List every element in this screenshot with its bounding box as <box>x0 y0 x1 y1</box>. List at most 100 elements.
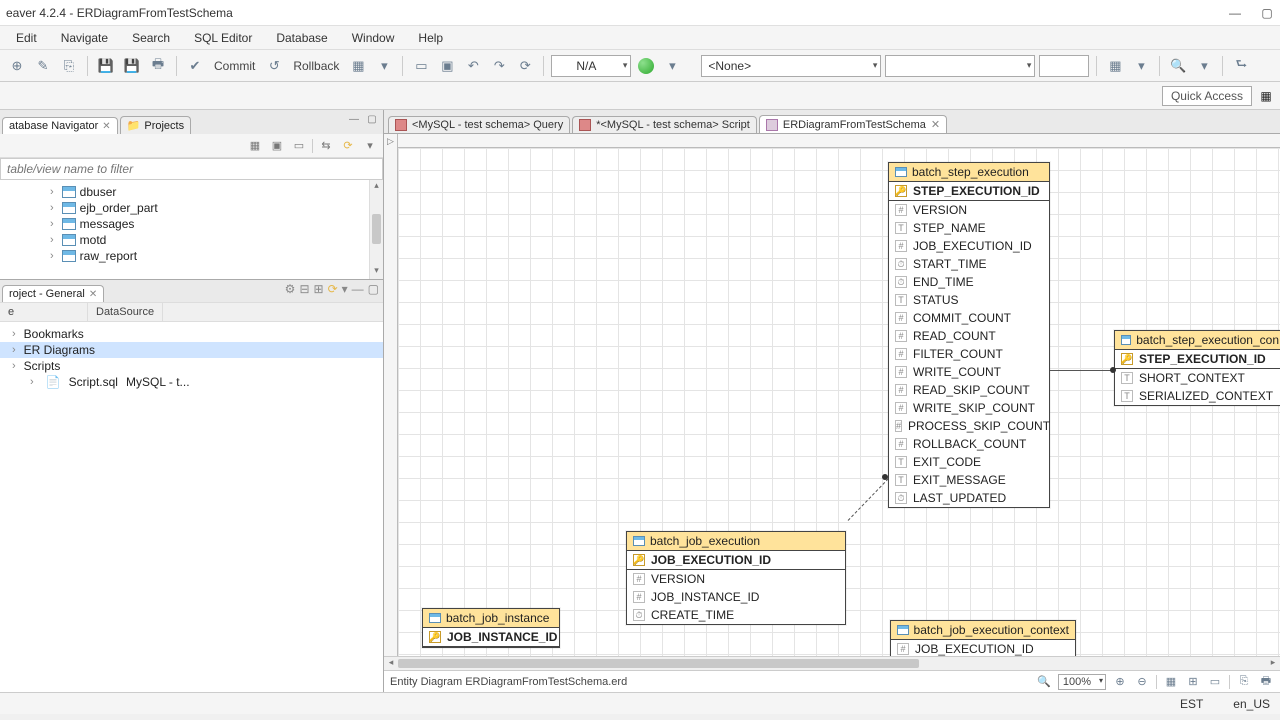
navigator-tree[interactable]: dbuser ejb_order_part messages motd raw_… <box>0 180 383 279</box>
connection-dropdown[interactable]: <None> <box>701 55 881 77</box>
table-icon <box>897 625 909 635</box>
nav-tool-icon[interactable]: ▦ <box>246 137 264 155</box>
table-icon <box>62 218 76 230</box>
link-icon[interactable]: ⮑ <box>1230 55 1252 77</box>
separator <box>87 56 88 76</box>
collapse-icon[interactable]: ⊟ <box>299 282 309 296</box>
zoom-dropdown[interactable]: 100% <box>1058 674 1106 690</box>
redo-icon[interactable]: ↷ <box>488 55 510 77</box>
entity-batch-job-instance[interactable]: batch_job_instance 🔑JOB_INSTANCE_ID <box>422 608 560 648</box>
zoom-icon[interactable]: 🔍 <box>1036 674 1052 690</box>
gear-icon[interactable]: ⚙ <box>285 282 296 296</box>
refresh-icon[interactable]: ⟳ <box>339 137 357 155</box>
filter-input[interactable] <box>0 158 383 180</box>
print-icon[interactable]: 🖶 <box>147 55 169 77</box>
close-icon[interactable]: ✕ <box>931 118 940 131</box>
tab-script[interactable]: *<MySQL - test schema> Script <box>572 116 757 133</box>
minimize-view-icon[interactable]: — <box>352 282 364 296</box>
grid-icon[interactable]: ⊞ <box>1185 674 1201 690</box>
search-dropdown-icon[interactable]: ▾ <box>1193 55 1215 77</box>
menu-navigate[interactable]: Navigate <box>51 29 118 47</box>
project-tree[interactable]: Bookmarks ER Diagrams Scripts 📄 Script.s… <box>0 322 383 692</box>
column-datasource[interactable]: DataSource <box>88 303 163 321</box>
commit-label[interactable]: Commit <box>210 57 259 75</box>
rollback-label[interactable]: Rollback <box>289 57 343 75</box>
separator <box>312 139 313 153</box>
erd-canvas-wrap: ▷ batch_step_execution 🔑STEP_EXECUTION_I… <box>384 134 1280 656</box>
menu-window[interactable]: Window <box>342 29 405 47</box>
connect-dropdown-icon[interactable]: ▾ <box>661 55 683 77</box>
save-icon[interactable]: 💾 <box>95 55 117 77</box>
minimize-icon[interactable]: — <box>1228 6 1242 20</box>
minimize-view-icon[interactable]: — <box>347 112 361 126</box>
maximize-view-icon[interactable]: ▢ <box>365 112 379 126</box>
nav-tool-icon[interactable]: ▭ <box>290 137 308 155</box>
perspective-icon[interactable]: ▦ <box>1258 88 1274 104</box>
refresh-icon[interactable]: ⟳ <box>514 55 536 77</box>
close-icon[interactable]: ✕ <box>102 121 110 132</box>
erd-canvas[interactable]: batch_step_execution 🔑STEP_EXECUTION_ID … <box>398 148 1280 656</box>
separator <box>1159 56 1160 76</box>
tx-dropdown-icon[interactable]: ▾ <box>373 55 395 77</box>
link-icon[interactable]: ⟳ <box>328 282 338 296</box>
menu-edit[interactable]: Edit <box>6 29 47 47</box>
ruler-vertical[interactable]: ▷ <box>384 134 398 656</box>
entity-batch-step-execution[interactable]: batch_step_execution 🔑STEP_EXECUTION_ID … <box>888 162 1050 508</box>
col-icon: # <box>895 438 907 450</box>
quick-access-button[interactable]: Quick Access <box>1162 86 1252 106</box>
nav-tool-icon[interactable]: ▣ <box>268 137 286 155</box>
tx-icon[interactable]: ▦ <box>347 55 369 77</box>
expand-icon[interactable]: ⊞ <box>314 282 324 296</box>
schema-dropdown[interactable] <box>885 55 1035 77</box>
column-name[interactable]: e <box>0 303 88 321</box>
tab-erd[interactable]: ERDiagramFromTestSchema ✕ <box>759 115 947 133</box>
entity-batch-step-execution-context[interactable]: batch_step_execution_con 🔑STEP_EXECUTION… <box>1114 330 1280 406</box>
notes-icon[interactable]: ▭ <box>1207 674 1223 690</box>
layout-icon[interactable]: ▦ <box>1163 674 1179 690</box>
col-icon: # <box>895 384 907 396</box>
print-icon[interactable]: 🖶 <box>1258 674 1274 690</box>
entity-batch-job-execution-context[interactable]: batch_job_execution_context #JOB_EXECUTI… <box>890 620 1076 656</box>
zoom-in-icon[interactable]: ⊕ <box>1112 674 1128 690</box>
col-icon: # <box>897 643 909 655</box>
editor-tabs: <MySQL - test schema> Query *<MySQL - te… <box>384 110 1280 134</box>
menu-database[interactable]: Database <box>266 29 337 47</box>
maximize-view-icon[interactable]: ▢ <box>368 282 379 296</box>
isolation-dropdown[interactable]: N/A <box>551 55 631 77</box>
open-icon[interactable]: ⎘ <box>58 55 80 77</box>
locale: en_US <box>1233 697 1270 711</box>
tab-project-general[interactable]: roject - General ✕ <box>2 285 104 302</box>
menu-sql-editor[interactable]: SQL Editor <box>184 29 262 47</box>
menu-search[interactable]: Search <box>122 29 180 47</box>
run-icon[interactable]: ▭ <box>410 55 432 77</box>
rollback-icon[interactable]: ↺ <box>263 55 285 77</box>
tool-a-dropdown-icon[interactable]: ▾ <box>1130 55 1152 77</box>
key-icon: 🔑 <box>1121 353 1133 365</box>
new-connection-icon[interactable]: ⊕ <box>6 55 28 77</box>
new-sql-icon[interactable]: ✎ <box>32 55 54 77</box>
save-all-icon[interactable]: 💾 <box>121 55 143 77</box>
ruler-horizontal[interactable] <box>398 134 1280 148</box>
export-icon[interactable]: ⎘ <box>1236 674 1252 690</box>
close-icon[interactable]: ✕ <box>89 289 97 300</box>
tab-query[interactable]: <MySQL - test schema> Query <box>388 116 570 133</box>
vertical-scrollbar[interactable]: ▴ ▾ <box>369 180 383 279</box>
menu-icon[interactable]: ▾ <box>342 282 348 296</box>
link-editor-icon[interactable]: ⇆ <box>317 137 335 155</box>
connect-icon[interactable] <box>635 55 657 77</box>
tab-database-navigator[interactable]: atabase Navigator ✕ <box>2 117 118 134</box>
catalog-input[interactable] <box>1039 55 1089 77</box>
menu-help[interactable]: Help <box>408 29 453 47</box>
zoom-out-icon[interactable]: ⊖ <box>1134 674 1150 690</box>
search-icon[interactable]: 🔍 <box>1167 55 1189 77</box>
run-script-icon[interactable]: ▣ <box>436 55 458 77</box>
entity-batch-job-execution[interactable]: batch_job_execution 🔑JOB_EXECUTION_ID #V… <box>626 531 846 625</box>
menu-dropdown-icon[interactable]: ▾ <box>361 137 379 155</box>
undo-icon[interactable]: ↶ <box>462 55 484 77</box>
tool-a-icon[interactable]: ▦ <box>1104 55 1126 77</box>
horizontal-scrollbar[interactable]: ◂ ▸ <box>384 656 1280 670</box>
maximize-icon[interactable]: ▢ <box>1260 6 1274 20</box>
key-icon: 🔑 <box>429 631 441 643</box>
commit-icon[interactable]: ✔ <box>184 55 206 77</box>
tab-projects[interactable]: 📁 Projects <box>120 116 191 134</box>
